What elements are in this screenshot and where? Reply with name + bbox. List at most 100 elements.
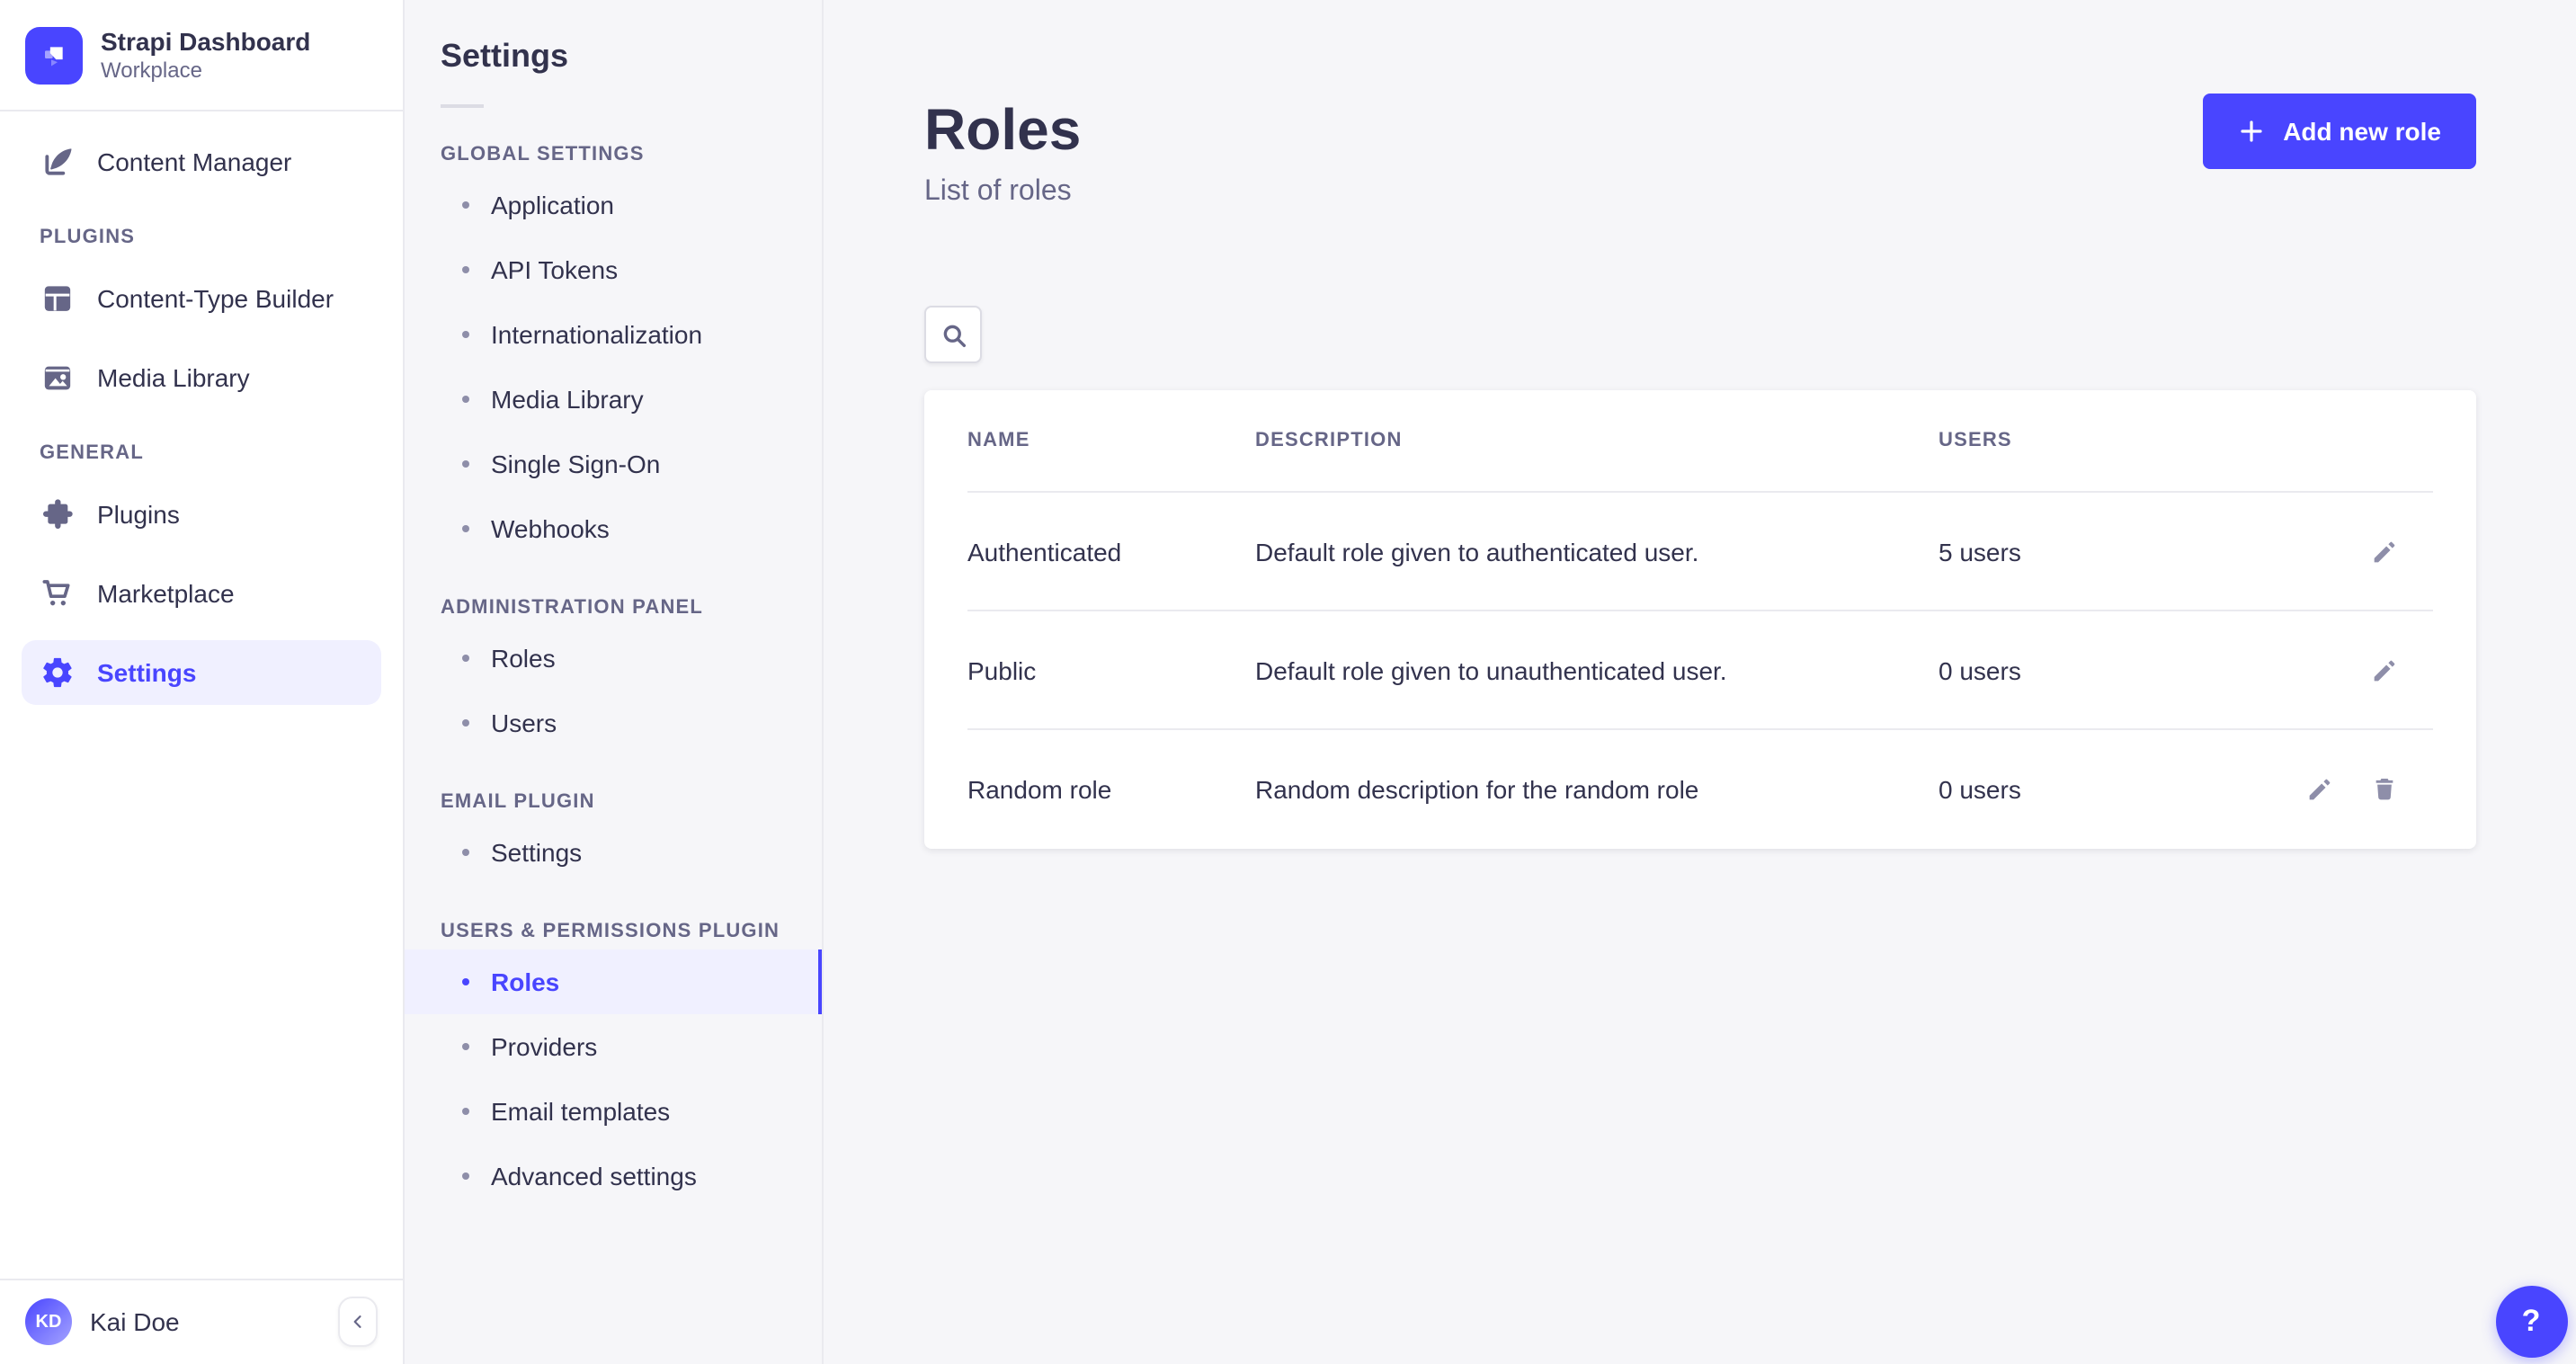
chevron-left-icon <box>349 1313 367 1331</box>
page-header: Roles List of roles Add new role <box>924 0 2475 212</box>
main-sidebar: Strapi Dashboard Workplace Content Manag… <box>0 0 405 1364</box>
column-header-users: USERS <box>1939 430 2244 451</box>
bullet-icon <box>462 460 469 468</box>
column-header-description: DESCRIPTION <box>1255 430 1939 451</box>
search-icon <box>938 319 968 350</box>
sidebar-item-content-type-builder[interactable]: Content-Type Builder <box>22 266 381 331</box>
sidebar-item-label: Settings <box>97 658 196 687</box>
sidebar-section-general: GENERAL <box>40 442 363 464</box>
sidebar-item-label: Plugins <box>97 500 180 529</box>
add-new-role-button[interactable]: Add new role <box>2202 94 2475 169</box>
subnav-section-users-permissions-plugin: USERS & PERMISSIONS PLUGIN Roles Provide… <box>405 921 822 1208</box>
role-name: Authenticated <box>967 537 1255 566</box>
brand-subtitle: Workplace <box>101 58 310 85</box>
subnav-item-internationalization[interactable]: Internationalization <box>405 302 822 367</box>
sidebar-section-plugins: PLUGINS <box>40 227 363 248</box>
settings-subnav: Settings GLOBAL SETTINGS Application API… <box>405 0 824 1364</box>
bullet-icon <box>462 978 469 985</box>
sidebar-item-label: Content Manager <box>97 147 291 176</box>
subnav-item-up-advanced-settings[interactable]: Advanced settings <box>405 1144 822 1208</box>
collapse-sidebar-button[interactable] <box>338 1297 378 1347</box>
page-subtitle: List of roles <box>924 173 1081 212</box>
bullet-icon <box>462 655 469 662</box>
pencil-icon <box>2369 537 2398 566</box>
subnav-section-title: GLOBAL SETTINGS <box>405 144 822 165</box>
image-icon <box>40 360 76 396</box>
subnav-section-global-settings: GLOBAL SETTINGS Application API Tokens I… <box>405 144 822 561</box>
sidebar-item-media-library[interactable]: Media Library <box>22 345 381 410</box>
subnav-item-email-settings[interactable]: Settings <box>405 820 822 885</box>
role-description: Random description for the random role <box>1255 774 1939 803</box>
help-button[interactable]: ? <box>2495 1285 2567 1357</box>
sidebar-item-plugins[interactable]: Plugins <box>22 482 381 547</box>
role-users-count: 5 users <box>1939 537 2244 566</box>
edit-role-button[interactable] <box>2303 772 2335 805</box>
bullet-icon <box>462 1043 469 1050</box>
gear-icon <box>40 655 76 691</box>
bullet-icon <box>462 396 469 403</box>
subnav-section-email-plugin: EMAIL PLUGIN Settings <box>405 791 822 885</box>
edit-role-button[interactable] <box>2367 654 2400 686</box>
bullet-icon <box>462 1172 469 1180</box>
plus-icon <box>2236 117 2265 146</box>
sidebar-item-label: Media Library <box>97 363 250 392</box>
search-button[interactable] <box>924 306 982 363</box>
column-header-name: NAME <box>967 430 1255 451</box>
role-name: Random role <box>967 774 1255 803</box>
subnav-item-single-sign-on[interactable]: Single Sign-On <box>405 432 822 496</box>
subnav-title: Settings <box>405 32 822 79</box>
role-users-count: 0 users <box>1939 655 2244 684</box>
table-row-authenticated[interactable]: Authenticated Default role given to auth… <box>967 493 2432 611</box>
subnav-item-up-roles[interactable]: Roles <box>405 949 822 1014</box>
workspace-switcher[interactable]: Strapi Dashboard Workplace <box>0 0 403 111</box>
avatar: KD <box>25 1298 72 1345</box>
brand-title: Strapi Dashboard <box>101 25 310 58</box>
pencil-icon <box>2369 655 2398 684</box>
subnav-item-api-tokens[interactable]: API Tokens <box>405 237 822 302</box>
table-toolbar <box>924 306 2475 363</box>
roles-table: NAME DESCRIPTION USERS Authenticated Def… <box>924 390 2475 849</box>
edit-role-button[interactable] <box>2367 535 2400 567</box>
subnav-item-media-library[interactable]: Media Library <box>405 367 822 432</box>
subnav-section-title: ADMINISTRATION PANEL <box>405 597 822 619</box>
sidebar-footer: KD Kai Doe <box>0 1278 403 1364</box>
role-description: Default role given to authenticated user… <box>1255 537 1939 566</box>
main-content: Roles List of roles Add new role <box>824 0 2576 1364</box>
subnav-item-admin-users[interactable]: Users <box>405 691 822 755</box>
role-description: Default role given to unauthenticated us… <box>1255 655 1939 684</box>
user-menu[interactable]: KD Kai Doe <box>25 1298 338 1345</box>
bullet-icon <box>462 525 469 532</box>
sidebar-item-content-manager[interactable]: Content Manager <box>22 129 381 194</box>
subnav-item-up-email-templates[interactable]: Email templates <box>405 1079 822 1144</box>
question-mark-icon: ? <box>2522 1303 2541 1339</box>
subnav-item-up-providers[interactable]: Providers <box>405 1014 822 1079</box>
sidebar-item-label: Marketplace <box>97 579 235 608</box>
bullet-icon <box>462 849 469 856</box>
table-row-public[interactable]: Public Default role given to unauthentic… <box>967 611 2432 730</box>
bullet-icon <box>462 719 469 727</box>
table-row-random-role[interactable]: Random role Random description for the r… <box>967 730 2432 847</box>
sidebar-item-marketplace[interactable]: Marketplace <box>22 561 381 626</box>
subnav-section-title: EMAIL PLUGIN <box>405 791 822 813</box>
strapi-logo-icon <box>25 26 83 84</box>
sidebar-item-settings[interactable]: Settings <box>22 640 381 705</box>
strapi-dashboard: Strapi Dashboard Workplace Content Manag… <box>0 0 2576 1364</box>
bullet-icon <box>462 201 469 209</box>
subnav-item-application[interactable]: Application <box>405 173 822 237</box>
subnav-item-admin-roles[interactable]: Roles <box>405 626 822 691</box>
bullet-icon <box>462 266 469 273</box>
subnav-section-title: USERS & PERMISSIONS PLUGIN <box>405 921 822 942</box>
layout-grid-icon <box>40 281 76 316</box>
page-title: Roles <box>924 94 1081 165</box>
cart-icon <box>40 575 76 611</box>
pencil-icon <box>2304 774 2333 803</box>
subnav-divider <box>441 104 484 108</box>
bullet-icon <box>462 331 469 338</box>
subnav-item-webhooks[interactable]: Webhooks <box>405 496 822 561</box>
sidebar-nav: Content Manager PLUGINS Content-Type Bui… <box>0 111 403 705</box>
subnav-section-administration-panel: ADMINISTRATION PANEL Roles Users <box>405 597 822 755</box>
feather-icon <box>40 144 76 180</box>
delete-role-button[interactable] <box>2367 772 2400 805</box>
bullet-icon <box>462 1108 469 1115</box>
role-users-count: 0 users <box>1939 774 2244 803</box>
